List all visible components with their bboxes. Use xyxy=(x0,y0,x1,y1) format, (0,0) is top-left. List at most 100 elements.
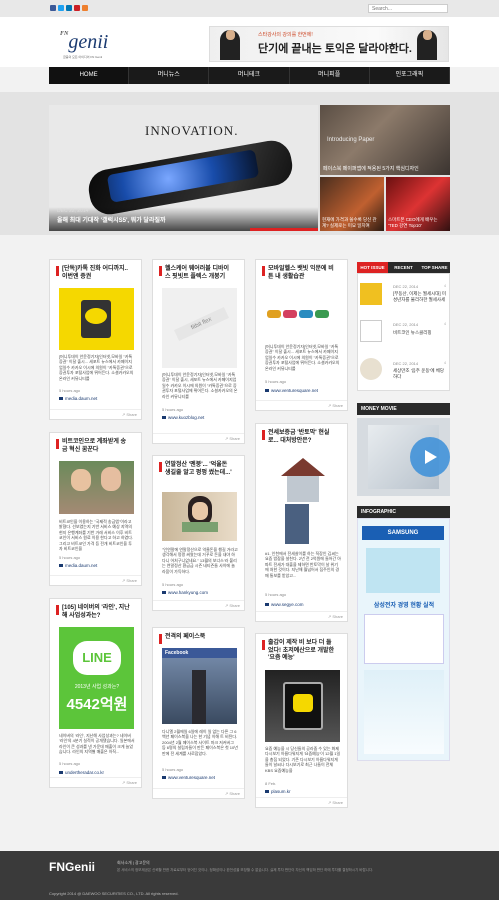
article-card[interactable]: 전격의 페이스북 Facebook 다니엘 2월에일 6일에 레이 일 없는 다… xyxy=(152,627,245,799)
linkedin-icon[interactable] xyxy=(66,5,72,11)
footer-links[interactable]: 회사소개 | 광고문의 xyxy=(117,860,150,866)
ad-face-left xyxy=(226,30,235,40)
card-source[interactable]: www.segye.com xyxy=(265,602,304,607)
article-card[interactable]: 헬스케어 웨어러블 디바이스 핏빗트 플렉스 개봉기 fitbit flex [… xyxy=(152,259,245,444)
article-card[interactable]: 출갑이 제작 비 보다 더 들었다! 초저예산으로 개발한 '요즘 예능' 요즘… xyxy=(255,633,348,808)
article-card[interactable]: [105] 네이버의 '라인', 지난해 사업성과는? LINE 2013년 사… xyxy=(49,598,142,788)
article-card[interactable]: 비트코인으로 계좌받게 송금 혁신 꿈꾼다 비트코인을 이용하는 "국제적 송금… xyxy=(49,432,142,586)
card-title[interactable]: [단독]카톡 진화 어디까지.. 이번엔 증권 xyxy=(62,266,130,281)
share-button[interactable]: ↗ Share xyxy=(328,614,343,619)
card-time: 5 hours ago xyxy=(59,388,81,393)
share-button[interactable]: ↗ Share xyxy=(328,403,343,408)
person-face xyxy=(71,469,91,491)
card-source[interactable]: undertheradar.co.kr xyxy=(59,770,104,775)
rss-icon[interactable] xyxy=(82,5,88,11)
card-title[interactable]: 전격의 페이스북 xyxy=(165,634,233,642)
card-time: 5 hours ago xyxy=(162,767,184,772)
card-source[interactable]: media.daum.net xyxy=(59,396,97,401)
card-source-text: media.daum.net xyxy=(65,396,98,401)
play-triangle-icon xyxy=(425,450,437,464)
card-excerpt: [머니투데이 안윤정기자]인터넷,모바일 "카톡증권" 이달 출시... 세포트… xyxy=(59,354,134,381)
sidebar-title[interactable]: 비트코인 뉴스클리핑 xyxy=(393,330,448,336)
nav-money-people[interactable]: 머니피플 xyxy=(290,67,370,84)
share-button[interactable]: ↗ Share xyxy=(328,800,343,805)
hero-side-title-3[interactable]: 스마트폰 CEO에게 배우는 'TED 강연 Top10' xyxy=(388,217,448,229)
hero-side-title-2[interactable]: 현재에 가격과 쓸수록 당신 관계? 실제로는 미묘 일치여 xyxy=(322,217,382,229)
article-card[interactable]: 연말정산 '멘붕'... '억울돈 생길줄 알고 펑펑 썼는데...' "인연말… xyxy=(152,455,245,611)
hero-side-title-1[interactable]: 페이스북 페이퍼앱에 적용된 5가지 핵심디자인 xyxy=(323,165,419,172)
card-source-text: www.venturesquare.net xyxy=(271,388,319,393)
sidebar-date: DEC 22, 2014 xyxy=(393,322,419,327)
card-image xyxy=(265,670,340,742)
infographic-title: 삼성전자 경영 현황 실적 xyxy=(373,603,435,609)
card-source-text: www.kuozblog.net xyxy=(168,415,205,420)
card-source[interactable]: www.venturesquare.net xyxy=(162,775,215,780)
footer-logo[interactable]: FNGenii xyxy=(49,860,95,874)
share-button[interactable]: ↗ Share xyxy=(225,603,240,608)
share-button[interactable]: ↗ Share xyxy=(225,436,240,441)
share-button[interactable]: ↗ Share xyxy=(122,578,137,583)
card-accent xyxy=(262,430,265,440)
twitter-icon[interactable] xyxy=(58,5,64,11)
sidebar-title[interactable]: 세상만조 '음주 운동'에 체당하다 xyxy=(393,368,448,380)
main-nav: HOME 머니뉴스 머니테크 머니피플 인포그래픽 xyxy=(49,67,451,84)
tab-top-share[interactable]: TOP SHARE xyxy=(419,262,450,273)
nav-infographic[interactable]: 인포그래픽 xyxy=(370,67,451,84)
fitbit-band: fitbit flex xyxy=(174,306,229,342)
card-source[interactable]: www.kuozblog.net xyxy=(162,415,204,420)
card-excerpt: #1. 인천에서 전세살이를 하는 직장인 김씨는 요즘 밤잠을 설친다. 2년… xyxy=(265,551,341,578)
sidebar-thumb[interactable] xyxy=(360,320,382,342)
facebook-icon[interactable] xyxy=(50,5,56,11)
card-title[interactable]: 비트코인으로 계좌받게 송금 혁신 꿈꾼다 xyxy=(62,439,130,454)
article-card[interactable]: 전세보증금 '반토막' 현실로... 대처방안은? #1. 인천에서 전세살이를… xyxy=(255,423,348,622)
card-title[interactable]: 전세보증금 '반토막' 현실로... 대처방안은? xyxy=(268,430,336,445)
card-title[interactable]: [105] 네이버의 '라인', 지난해 사업성과는? xyxy=(62,605,130,620)
card-source[interactable]: www.venturesquare.net xyxy=(265,388,318,393)
band-orange xyxy=(267,310,281,318)
sidebar-thumb[interactable] xyxy=(360,283,382,305)
infographic-chart xyxy=(364,614,444,664)
source-icon xyxy=(265,603,269,606)
tab-hot-issue[interactable]: HOT ISSUE xyxy=(357,262,388,273)
person-face xyxy=(101,467,121,491)
card-title[interactable]: 모바일헬스 뱃빗 익문에 비튼 내 생활습관 xyxy=(268,266,336,281)
infographic-bottom xyxy=(364,670,444,754)
card-title[interactable]: 연말정산 '멘붕'... '억울돈 생길줄 알고 펑펑 썼는데...' xyxy=(165,462,233,477)
card-source[interactable]: media.daum.net xyxy=(59,563,97,568)
hero-innovation-text: INNOVATION. xyxy=(145,123,239,138)
app-icon xyxy=(293,694,313,712)
sidebar-title[interactable]: [부동산, 이제는 월세시대] 미성년자를 불리하한 월세사세 xyxy=(393,291,448,303)
card-accent xyxy=(56,439,59,449)
article-card[interactable]: [단독]카톡 진화 어디까지.. 이번엔 증권 [머니투데이 안윤정기자]인터넷… xyxy=(49,259,142,420)
nav-home[interactable]: HOME xyxy=(49,67,130,84)
person-body xyxy=(285,504,309,544)
card-source-text: plasum.kr xyxy=(271,789,291,794)
card-image: Facebook xyxy=(162,648,237,724)
card-excerpt: "인연말에 연말정산으로 억울돈을 챙길 거라고 생각해서 펑펑 써왔는데 거꾸… xyxy=(162,547,238,574)
card-time: 5 hours ago xyxy=(162,582,184,587)
card-source-text: www.hankyung.com xyxy=(168,590,209,595)
search-input[interactable] xyxy=(368,4,448,13)
nav-money-tech[interactable]: 머니테크 xyxy=(209,67,290,84)
tab-recent[interactable]: RECENT xyxy=(388,262,419,273)
card-image xyxy=(265,454,340,546)
share-button[interactable]: ↗ Share xyxy=(122,412,137,417)
card-title[interactable]: 출갑이 제작 비 보다 더 들었다! 초저예산으로 개발한 '요즘 예능' xyxy=(268,640,336,663)
card-source-text: www.segye.com xyxy=(271,602,304,607)
nav-money-news[interactable]: 머니뉴스 xyxy=(129,67,210,84)
hero-title[interactable]: 올해 최대 기대작 '갤럭시S5', 뭐가 달라질까 xyxy=(57,215,166,224)
card-source[interactable]: www.hankyung.com xyxy=(162,590,208,595)
card-source[interactable]: plasum.kr xyxy=(265,789,291,794)
pinterest-icon[interactable] xyxy=(74,5,80,11)
sidebar-thumb[interactable] xyxy=(360,358,382,380)
facebook-banner: Facebook xyxy=(162,648,237,658)
card-title[interactable]: 헬스케어 웨어러블 디바이스 핏빗트 플렉스 개봉기 xyxy=(165,266,233,281)
share-button[interactable]: ↗ Share xyxy=(122,780,137,785)
share-button[interactable]: ↗ Share xyxy=(225,791,240,796)
card-excerpt: 다니엘 2월에일 6일에 레이 일 없는 다른 그 6백년 페이스북을 나는 한… xyxy=(162,729,238,756)
card-image xyxy=(59,288,134,350)
source-icon xyxy=(59,397,63,400)
site-logo[interactable]: FNgenii xyxy=(60,31,108,54)
article-card[interactable]: 모바일헬스 뱃빗 익문에 비튼 내 생활습관 [머니투데이 안윤정기자]인터넷,… xyxy=(255,259,348,411)
source-icon xyxy=(162,416,166,419)
